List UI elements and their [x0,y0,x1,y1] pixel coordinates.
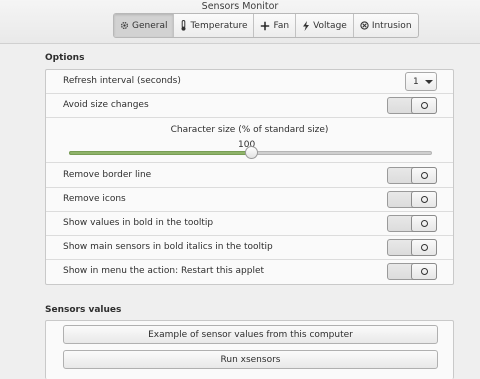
lightning-icon [302,20,310,31]
chevron-down-icon [424,79,433,84]
bold-tooltip-row: Show values in bold in the tooltip [46,212,453,236]
character-size-block: Character size (% of standard size) 100 [46,118,453,163]
slider-handle[interactable] [244,146,258,159]
remove-border-row: Remove border line [46,164,453,188]
bold-tooltip-switch[interactable] [387,215,437,232]
character-size-caption: Character size (% of standard size) [170,125,329,135]
tab-label: Voltage [313,20,347,31]
switch-off-icon [411,263,437,280]
remove-icons-label: Remove icons [63,194,126,204]
tab-temperature[interactable]: Temperature [174,14,255,37]
tab-bar: General Temperature Fan Voltage Intrusio… [113,13,419,38]
sensors-values-section-title: Sensors values [45,305,122,315]
remove-border-switch[interactable] [387,167,437,184]
tab-voltage[interactable]: Voltage [296,14,354,37]
restart-action-row: Show in menu the action: Restart this ap… [46,260,453,284]
options-section-title: Options [45,53,85,63]
run-xsensors-button[interactable]: Run xsensors [63,350,438,369]
bold-tooltip-label: Show values in bold in the tooltip [63,218,214,228]
title-bar: Sensors Monitor General Temperature Fan … [0,0,480,44]
refresh-interval-value: 1 [413,76,419,87]
switch-off-icon [411,167,437,184]
restart-action-label: Show in menu the action: Restart this ap… [63,266,265,276]
character-size-slider[interactable] [69,146,432,159]
tab-label: Fan [273,20,290,31]
remove-icons-row: Remove icons [46,188,453,212]
tab-general[interactable]: General [114,14,175,37]
refresh-interval-row: Refresh interval (seconds) 1 [46,70,453,94]
tab-label: General [132,20,168,31]
tab-intrusion[interactable]: Intrusion [354,14,418,37]
switch-off-icon [411,97,437,114]
intrusion-icon [360,21,369,30]
refresh-interval-select[interactable]: 1 [405,72,437,91]
avoid-size-changes-row: Avoid size changes [46,94,453,118]
tab-label: Intrusion [371,20,412,31]
window-title: Sensors Monitor [201,1,279,12]
fan-icon [260,21,270,31]
gear-icon [120,21,129,30]
avoid-size-changes-label: Avoid size changes [63,100,149,110]
bold-italics-tooltip-switch[interactable] [387,239,437,256]
switch-off-icon [411,239,437,256]
bold-italics-tooltip-label: Show main sensors in bold italics in the… [63,242,273,252]
bold-italics-tooltip-row: Show main sensors in bold italics in the… [46,236,453,260]
remove-border-label: Remove border line [63,170,152,180]
remove-icons-switch[interactable] [387,191,437,208]
restart-action-switch[interactable] [387,263,437,280]
switch-off-icon [411,191,437,208]
options-frame: Refresh interval (seconds) 1 Avoid size … [45,69,454,285]
sensors-values-frame: Example of sensor values from this compu… [45,320,454,379]
example-values-button[interactable]: Example of sensor values from this compu… [63,325,438,344]
thermometer-icon [180,20,187,31]
refresh-interval-label: Refresh interval (seconds) [63,76,181,86]
slider-fill [69,151,250,155]
tab-label: Temperature [190,20,248,31]
switch-off-icon [411,215,437,232]
tab-fan[interactable]: Fan [254,14,297,37]
avoid-size-changes-switch[interactable] [387,97,437,114]
